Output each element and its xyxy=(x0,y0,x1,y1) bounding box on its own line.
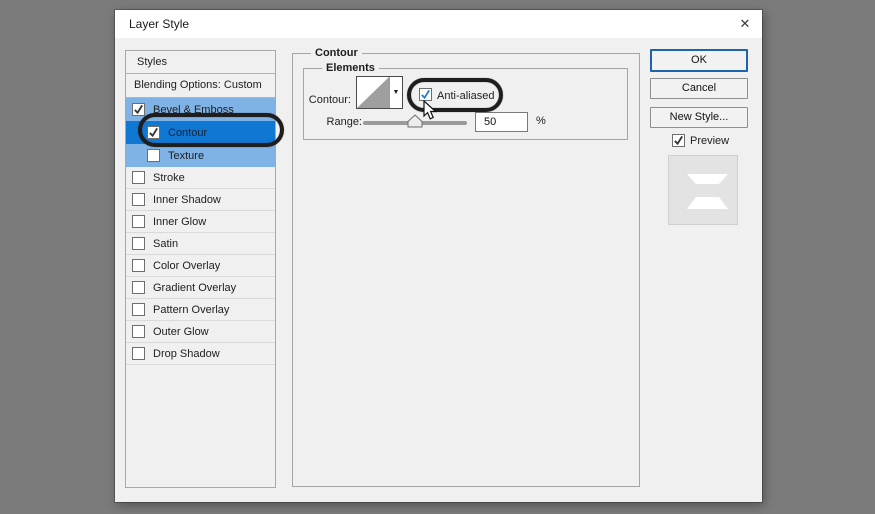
styles-item-drop-shadow[interactable]: Drop Shadow xyxy=(126,343,275,365)
style-item-label: Bevel & Emboss xyxy=(153,103,234,116)
style-checkbox[interactable] xyxy=(132,237,145,250)
styles-item-inner-glow[interactable]: Inner Glow xyxy=(126,211,275,233)
dialog-titlebar: Layer Style ✕ xyxy=(115,10,762,38)
check-icon xyxy=(421,89,430,100)
style-item-label: Inner Shadow xyxy=(153,193,221,206)
contour-thumbnail xyxy=(357,77,390,108)
style-checkbox[interactable] xyxy=(132,171,145,184)
styles-list-items: Bevel & Emboss Contour Texture Stroke Inner … xyxy=(126,98,275,365)
style-item-label: Drop Shadow xyxy=(153,347,220,360)
style-item-label: Pattern Overlay xyxy=(153,303,230,316)
range-label: Range: xyxy=(326,116,362,128)
style-checkbox[interactable] xyxy=(132,281,145,294)
styles-item-blending-options[interactable]: Blending Options: Custom xyxy=(126,74,275,98)
preview-shape-bottom xyxy=(687,197,728,209)
close-icon[interactable]: ✕ xyxy=(737,16,753,32)
elements-groupbox: Elements xyxy=(303,62,628,140)
range-value-input[interactable] xyxy=(475,112,528,132)
range-slider-thumb[interactable] xyxy=(407,114,423,131)
dialog-title: Layer Style xyxy=(129,17,190,31)
style-item-label: Contour xyxy=(168,126,208,139)
style-checkbox[interactable] xyxy=(147,149,160,162)
linear-contour-icon xyxy=(357,77,389,108)
anti-aliased-checkbox[interactable] xyxy=(419,88,432,101)
styles-item-gradient-overlay[interactable]: Gradient Overlay xyxy=(126,277,275,299)
style-item-label: Texture xyxy=(168,149,205,162)
preview-label: Preview xyxy=(690,135,730,147)
contour-picker-label: Contour: xyxy=(308,94,351,106)
range-unit-label: % xyxy=(536,115,546,127)
preview-checkbox[interactable] xyxy=(672,134,685,147)
style-checkbox[interactable] xyxy=(132,193,145,206)
style-item-label: Color Overlay xyxy=(153,259,221,272)
styles-item-contour[interactable]: Contour xyxy=(126,121,275,144)
contour-thumbnail-button[interactable]: ▼ xyxy=(356,76,403,109)
styles-item-bevel-emboss[interactable]: Bevel & Emboss xyxy=(126,98,275,121)
style-checkbox[interactable] xyxy=(132,347,145,360)
styles-item-stroke[interactable]: Stroke xyxy=(126,167,275,189)
cancel-button[interactable]: Cancel xyxy=(650,78,748,99)
ok-button[interactable]: OK xyxy=(650,49,748,72)
style-checkbox[interactable] xyxy=(147,126,160,139)
new-style-button[interactable]: New Style... xyxy=(650,107,748,128)
style-checkbox[interactable] xyxy=(132,103,145,116)
chevron-down-icon[interactable]: ▼ xyxy=(390,77,402,108)
check-icon xyxy=(674,135,683,146)
styles-item-pattern-overlay[interactable]: Pattern Overlay xyxy=(126,299,275,321)
styles-item-outer-glow[interactable]: Outer Glow xyxy=(126,321,275,343)
style-item-label: Gradient Overlay xyxy=(153,281,237,294)
elements-group-label: Elements xyxy=(322,62,379,74)
layer-style-dialog: Layer Style ✕ Styles Blending Options: C… xyxy=(115,10,762,502)
style-item-label: Stroke xyxy=(153,171,185,184)
style-checkbox[interactable] xyxy=(132,259,145,272)
contour-group-label: Contour xyxy=(311,47,362,59)
styles-item-texture[interactable]: Texture xyxy=(126,144,275,167)
style-checkbox[interactable] xyxy=(132,303,145,316)
preview-shape-top xyxy=(687,174,728,184)
style-item-label: Satin xyxy=(153,237,179,250)
style-checkbox[interactable] xyxy=(132,215,145,228)
styles-item-color-overlay[interactable]: Color Overlay xyxy=(126,255,275,277)
styles-list-header: Styles xyxy=(126,51,275,74)
styles-list: Styles Blending Options: Custom Bevel & … xyxy=(125,50,276,488)
anti-aliased-label: Anti-aliased xyxy=(437,90,495,102)
style-item-label: Inner Glow xyxy=(153,215,207,228)
styles-item-satin[interactable]: Satin xyxy=(126,233,275,255)
style-item-label: Outer Glow xyxy=(153,325,209,338)
style-preview-thumbnail xyxy=(668,155,738,225)
style-checkbox[interactable] xyxy=(132,325,145,338)
styles-item-inner-shadow[interactable]: Inner Shadow xyxy=(126,189,275,211)
